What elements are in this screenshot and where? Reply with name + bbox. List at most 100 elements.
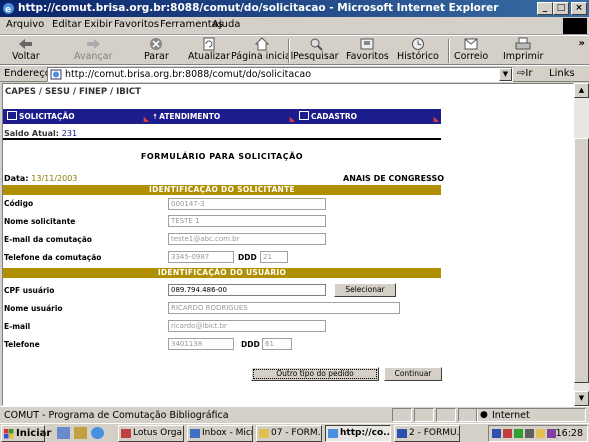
refresh-button[interactable]: Atualizar: [188, 37, 230, 62]
forward-arrow-icon: [87, 39, 101, 49]
quicklaunch-ie-icon[interactable]: [91, 427, 104, 439]
mail-button[interactable]: Correio: [454, 37, 488, 62]
scroll-up-icon[interactable]: ▲: [574, 83, 589, 98]
task-inbox-label: Inbox - Micr...: [202, 428, 252, 438]
toolbar-chevron-icon[interactable]: »: [579, 38, 585, 49]
task-formu[interactable]: 2 - FORMU...: [394, 425, 460, 442]
selecionar-button[interactable]: Selecionar: [334, 283, 396, 297]
page-icon: [50, 69, 62, 80]
quicklaunch-outlook-icon[interactable]: [74, 427, 87, 439]
clock[interactable]: 16:28: [556, 428, 583, 439]
history-button[interactable]: Histórico: [397, 37, 439, 62]
menu-arquivo[interactable]: Arquivo: [6, 19, 44, 30]
back-arrow-icon: [18, 39, 32, 49]
favorites-button[interactable]: Favoritos: [346, 37, 389, 62]
task-formu-label: 2 - FORMU...: [409, 428, 460, 438]
address-input[interactable]: http://comut.brisa.org.br:8088/comut/do/…: [47, 67, 513, 82]
menu-editar[interactable]: Editar: [52, 19, 82, 30]
close-button[interactable]: ×: [571, 2, 587, 15]
nav-cadastro-label: CADASTRO: [311, 112, 358, 121]
ie-icon: [328, 429, 338, 438]
page-header: CAPES / SESU / FINEP / IBICT: [5, 87, 141, 97]
divider: [3, 138, 441, 140]
system-tray: 16:28: [488, 425, 588, 442]
form-title: FORMULÁRIO PARA SOLICITAÇÃO: [140, 152, 304, 161]
printer-icon: [515, 37, 531, 50]
section-user: IDENTIFICAÇÃO DO USUÁRIO: [3, 268, 441, 278]
word-icon: [397, 429, 407, 438]
ddd-comutacao-label: DDD: [238, 253, 257, 262]
home-button[interactable]: Página inicial: [231, 37, 293, 62]
status-bar: COMUT - Programa de Comutação Bibliográf…: [0, 406, 589, 423]
search-button[interactable]: Pesquisar: [293, 37, 339, 62]
status-cell: [458, 408, 478, 422]
stop-button[interactable]: Parar: [144, 37, 169, 62]
ddd-field[interactable]: 61: [262, 338, 292, 350]
back-label: Voltar: [12, 51, 40, 62]
task-folder[interactable]: 07 - FORM...: [256, 425, 322, 442]
back-button[interactable]: Voltar: [12, 37, 40, 62]
window-title-bar[interactable]: e http://comut.brisa.org.br:8088/comut/d…: [0, 0, 589, 17]
task-ie[interactable]: http://co...: [325, 425, 391, 442]
menu-exibir[interactable]: Exibir: [84, 19, 112, 30]
task-folder-label: 07 - FORM...: [271, 428, 322, 438]
tray-msg-icon[interactable]: [536, 429, 545, 438]
search-label: Pesquisar: [293, 51, 339, 62]
favorites-label: Favoritos: [346, 51, 389, 62]
nav-cadastro[interactable]: CADASTRO ◣: [299, 109, 441, 124]
tray-network-icon[interactable]: [492, 429, 501, 438]
cpf-field[interactable]: 089.794.486-00: [168, 284, 326, 296]
task-lotus[interactable]: Lotus Orga...: [118, 425, 184, 442]
outro-tipo-button[interactable]: Outro tipo do pedido: [251, 367, 379, 381]
vertical-scrollbar[interactable]: ▲ ▼: [574, 83, 589, 406]
telefone-comutacao-label: Telefone da comutação: [4, 253, 102, 262]
saldo-atual: Saldo Atual: 231: [4, 129, 77, 138]
stop-label: Parar: [144, 51, 169, 62]
address-dropdown-icon[interactable]: ▼: [499, 68, 512, 81]
maximize-button[interactable]: □: [553, 2, 569, 15]
history-label: Histórico: [397, 51, 439, 62]
email-field[interactable]: ricardo@ibict.br: [168, 320, 326, 332]
cpf-label: CPF usuário: [4, 286, 55, 295]
nome-usuario-label: Nome usuário: [4, 304, 63, 313]
nav-atendimento[interactable]: ☨ ATENDIMENTO ◣: [153, 109, 297, 124]
minimize-button[interactable]: _: [537, 2, 553, 15]
nome-solicitante-label: Nome solicitante: [4, 217, 76, 226]
tray-volume-icon[interactable]: [525, 429, 534, 438]
codigo-field[interactable]: 000147-3: [168, 198, 326, 210]
nav-solicitacao[interactable]: SOLICITAÇÃO ◣: [7, 109, 151, 124]
favorites-icon: [360, 38, 374, 50]
stop-icon: [150, 38, 163, 50]
menu-favoritos[interactable]: Favoritos: [114, 19, 159, 30]
telefone-comutacao-field[interactable]: 3345-0987: [168, 251, 234, 263]
go-button[interactable]: ⇨Ir: [517, 68, 532, 79]
ddd-comutacao-field[interactable]: 21: [260, 251, 288, 263]
saldo-label: Saldo Atual:: [4, 129, 59, 138]
telefone-field[interactable]: 3401138: [168, 338, 234, 350]
nav-bar: SOLICITAÇÃO ◣ ☨ ATENDIMENTO ◣ CADASTRO ◣: [3, 109, 441, 124]
tray-app-icon[interactable]: [514, 429, 523, 438]
toolbar: Voltar Avançar Parar Atualizar Página in…: [0, 35, 589, 65]
nav-atendimento-label: ATENDIMENTO: [159, 112, 221, 121]
nav-marker-icon: ◣: [433, 115, 439, 123]
start-button[interactable]: Iniciar: [1, 425, 51, 442]
menu-ajuda[interactable]: Ajuda: [212, 19, 240, 30]
go-label: Ir: [525, 68, 533, 79]
quicklaunch-desktop-icon[interactable]: [57, 427, 70, 439]
nome-usuario-field[interactable]: RICARDO RODRIGUES: [168, 302, 400, 314]
address-label: Endereço: [4, 68, 51, 79]
links-button[interactable]: Links: [549, 68, 575, 79]
continuar-button[interactable]: Continuar: [384, 367, 442, 381]
print-button[interactable]: Imprimir: [503, 37, 543, 62]
scroll-thumb[interactable]: [574, 138, 589, 383]
email-comutacao-field[interactable]: teste1@abc.com.br: [168, 233, 326, 245]
task-inbox[interactable]: Inbox - Micr...: [187, 425, 253, 442]
scroll-down-icon[interactable]: ▼: [574, 391, 589, 406]
print-label: Imprimir: [503, 51, 544, 62]
search-icon: [310, 38, 323, 51]
nome-solicitante-field[interactable]: TESTE 1: [168, 215, 326, 227]
forward-button[interactable]: Avançar: [74, 37, 112, 62]
tray-antivirus-icon[interactable]: [503, 429, 512, 438]
svg-text:e: e: [5, 5, 11, 15]
status-cell: [436, 408, 456, 422]
